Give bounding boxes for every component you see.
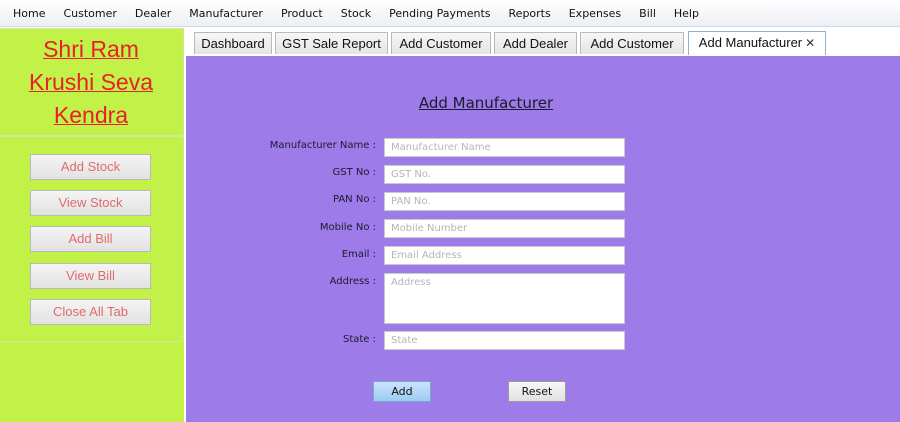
view-bill-button[interactable]: View Bill bbox=[30, 263, 151, 289]
state-label: State : bbox=[342, 334, 376, 345]
menu-customer[interactable]: Customer bbox=[54, 7, 125, 20]
tab-add-dealer[interactable]: Add Dealer bbox=[494, 32, 577, 54]
close-icon[interactable]: ✕ bbox=[805, 36, 815, 50]
menu-help[interactable]: Help bbox=[665, 7, 708, 20]
menu-bill[interactable]: Bill bbox=[630, 7, 665, 20]
tab-add-customer-2[interactable]: Add Customer bbox=[580, 32, 684, 54]
brand-line-3: Kendra bbox=[53, 101, 129, 128]
menu-pending-payments[interactable]: Pending Payments bbox=[380, 7, 499, 20]
tab-dashboard[interactable]: Dashboard bbox=[194, 32, 272, 54]
menu-product[interactable]: Product bbox=[272, 7, 332, 20]
state-input[interactable] bbox=[384, 331, 625, 350]
tab-add-customer[interactable]: Add Customer bbox=[391, 32, 491, 54]
menu-expenses[interactable]: Expenses bbox=[560, 7, 630, 20]
tab-add-manufacturer[interactable]: Add Manufacturer ✕ bbox=[688, 31, 826, 55]
menu-home[interactable]: Home bbox=[4, 7, 54, 20]
address-input[interactable] bbox=[384, 273, 625, 324]
mobile-no-input[interactable] bbox=[384, 219, 625, 238]
add-bill-button[interactable]: Add Bill bbox=[30, 226, 151, 252]
sidebar-button-panel: Add Stock View Stock Add Bill View Bill … bbox=[0, 136, 183, 342]
brand-line-2: Krushi Seva bbox=[28, 68, 153, 95]
menu-manufacturer[interactable]: Manufacturer bbox=[180, 7, 272, 20]
close-all-tab-button[interactable]: Close All Tab bbox=[30, 299, 151, 325]
pan-no-label: PAN No : bbox=[332, 194, 376, 205]
email-input[interactable] bbox=[384, 246, 625, 265]
brand-line-1: Shri Ram bbox=[43, 35, 139, 62]
menu-dealer[interactable]: Dealer bbox=[126, 7, 180, 20]
tab-add-manufacturer-label: Add Manufacturer bbox=[698, 35, 803, 50]
add-button[interactable]: Add bbox=[373, 381, 431, 402]
tab-strip: Dashboard GST Sale Report Add Customer A… bbox=[186, 28, 900, 56]
view-stock-button[interactable]: View Stock bbox=[30, 190, 151, 216]
menu-bar: Home Customer Dealer Manufacturer Produc… bbox=[0, 0, 900, 27]
gst-no-input[interactable] bbox=[384, 165, 625, 184]
email-label: Email : bbox=[341, 249, 376, 260]
menu-stock[interactable]: Stock bbox=[332, 7, 380, 20]
add-manufacturer-panel: Add Manufacturer Manufacturer Name : GST… bbox=[186, 56, 900, 422]
manufacturer-name-label: Manufacturer Name : bbox=[269, 140, 376, 151]
address-label: Address : bbox=[329, 276, 376, 287]
reset-button[interactable]: Reset bbox=[508, 381, 566, 402]
mobile-no-label: Mobile No : bbox=[319, 222, 376, 233]
form-title: Add Manufacturer bbox=[418, 94, 554, 112]
pan-no-input[interactable] bbox=[384, 192, 625, 211]
tab-gst-sale-report[interactable]: GST Sale Report bbox=[275, 32, 388, 54]
brand-title: Shri Ram Krushi Seva Kendra bbox=[0, 28, 183, 136]
add-stock-button[interactable]: Add Stock bbox=[30, 154, 151, 180]
gst-no-label: GST No : bbox=[332, 167, 376, 178]
sidebar: Shri Ram Krushi Seva Kendra Add Stock Vi… bbox=[0, 28, 184, 422]
manufacturer-name-input[interactable] bbox=[384, 138, 625, 157]
menu-reports[interactable]: Reports bbox=[500, 7, 560, 20]
